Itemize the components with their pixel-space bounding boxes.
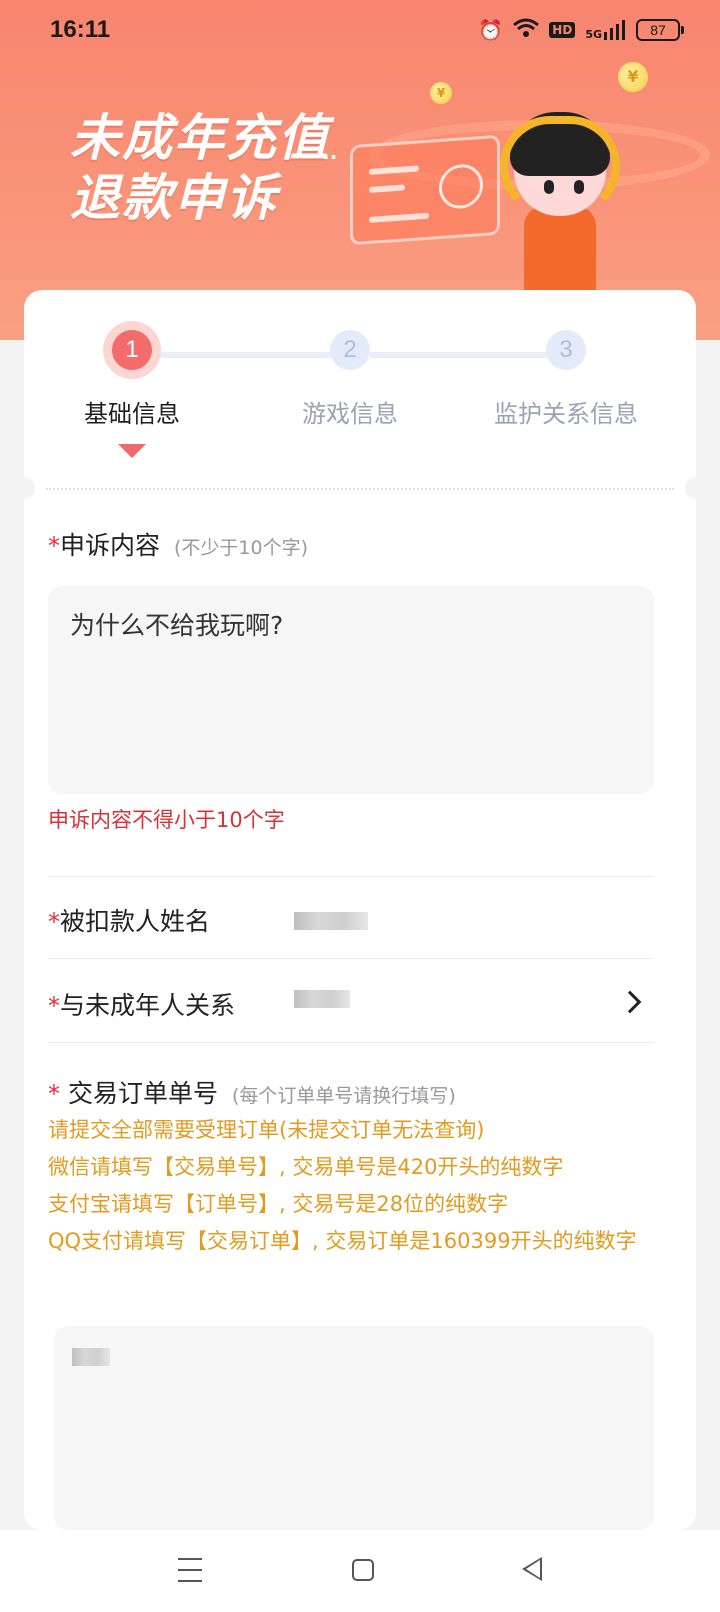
- required-mark: *: [48, 992, 60, 1020]
- banner-dots-icon: ..: [322, 140, 338, 164]
- coin-icon: ¥: [430, 82, 452, 104]
- appeal-title-text: 申诉内容: [60, 531, 161, 560]
- order-numbers-textarea[interactable]: [54, 1326, 654, 1530]
- step-connector: [370, 352, 574, 358]
- status-bar: 16:11 ⏰ HD 5G 87: [0, 0, 720, 64]
- appeal-title: *申诉内容 (不少于10个字): [48, 526, 308, 562]
- id-card-illustration: [350, 134, 500, 246]
- payer-name-label-text: 被扣款人姓名: [60, 907, 211, 936]
- relation-label-text: 与未成年人关系: [60, 991, 236, 1020]
- instruction-line: 微信请填写【交易单号】, 交易单号是420开头的纯数字: [48, 1155, 564, 1179]
- chevron-right-icon: [618, 990, 642, 1014]
- card-notch: [13, 477, 35, 499]
- status-time: 16:11: [50, 16, 111, 43]
- menu-icon[interactable]: [170, 1550, 210, 1590]
- appeal-content-value: 为什么不给我玩啊?: [70, 611, 284, 640]
- redacted-value: [294, 912, 368, 930]
- orders-title-text: 交易订单单号: [67, 1079, 218, 1108]
- required-mark: *: [48, 1080, 60, 1108]
- payer-name-input[interactable]: [284, 890, 654, 946]
- appeal-hint: (不少于10个字): [174, 537, 309, 559]
- header-banner: 16:11 ⏰ HD 5G 87 未成年充值 退款申诉 .. ¥ ¥: [0, 0, 720, 340]
- step-1-label: 基础信息: [84, 400, 180, 428]
- redacted-value: [294, 990, 350, 1008]
- step-1-indicator: 1: [112, 330, 152, 370]
- banner-title-line2: 退款申诉: [70, 169, 278, 227]
- step-3-label: 监护关系信息: [494, 400, 638, 428]
- battery-icon: 87: [636, 19, 684, 41]
- step-2-indicator: 2: [330, 330, 370, 370]
- relation-label: *与未成年人关系: [48, 986, 235, 1022]
- appeal-content-textarea[interactable]: 为什么不给我玩啊?: [48, 586, 654, 794]
- row-divider: [48, 1042, 654, 1043]
- step-2-label: 游戏信息: [302, 400, 398, 428]
- mascot-illustration: [500, 106, 620, 296]
- row-divider: [48, 876, 654, 877]
- wifi-icon: [513, 18, 540, 42]
- orders-title: * 交易订单单号 (每个订单单号请换行填写): [48, 1074, 456, 1110]
- instruction-line: 请提交全部需要受理订单(未提交订单无法查询): [48, 1118, 485, 1142]
- back-icon[interactable]: [522, 1557, 542, 1581]
- step-progress: 1 基础信息 2 游戏信息 3 监护关系信息: [24, 290, 696, 480]
- redacted-value: [72, 1348, 110, 1366]
- home-icon[interactable]: [352, 1559, 374, 1581]
- step-3-indicator: 3: [546, 330, 586, 370]
- orders-instructions: 请提交全部需要受理订单(未提交订单无法查询) 微信请填写【交易单号】, 交易单号…: [48, 1112, 658, 1260]
- network-label: 5G: [585, 28, 602, 41]
- coin-icon: ¥: [618, 62, 648, 92]
- system-nav-bar: [0, 1530, 720, 1612]
- section-divider: [46, 488, 674, 490]
- banner-title: 未成年充值 退款申诉: [70, 108, 330, 228]
- required-mark: *: [48, 532, 60, 560]
- banner-title-line1: 未成年充值: [70, 109, 330, 167]
- form-card: 1 基础信息 2 游戏信息 3 监护关系信息 *申诉内容 (不少于10个字) 为什…: [13, 290, 707, 1530]
- card-notch: [685, 477, 707, 499]
- required-mark: *: [48, 908, 60, 936]
- appeal-error-message: 申诉内容不得小于10个字: [48, 808, 285, 832]
- row-divider: [48, 958, 654, 959]
- relation-select[interactable]: [284, 974, 654, 1030]
- payer-name-label: *被扣款人姓名: [48, 902, 210, 938]
- caret-down-icon: [118, 444, 146, 458]
- banner-illustration: ¥ ¥: [340, 60, 720, 300]
- alarm-icon: ⏰: [478, 18, 504, 42]
- signal-icon: 5G: [585, 20, 626, 40]
- step-connector: [152, 352, 356, 358]
- headset-icon: [500, 116, 620, 216]
- instruction-line: QQ支付请填写【交易订单】, 交易订单是160399开头的纯数字: [48, 1229, 637, 1253]
- orders-hint: (每个订单单号请换行填写): [231, 1085, 456, 1107]
- person-icon: [439, 162, 483, 211]
- instruction-line: 支付宝请填写【订单号】, 交易号是28位的纯数字: [48, 1192, 509, 1216]
- hd-badge: HD: [549, 22, 576, 38]
- status-icons: ⏰ HD 5G 87: [478, 18, 684, 42]
